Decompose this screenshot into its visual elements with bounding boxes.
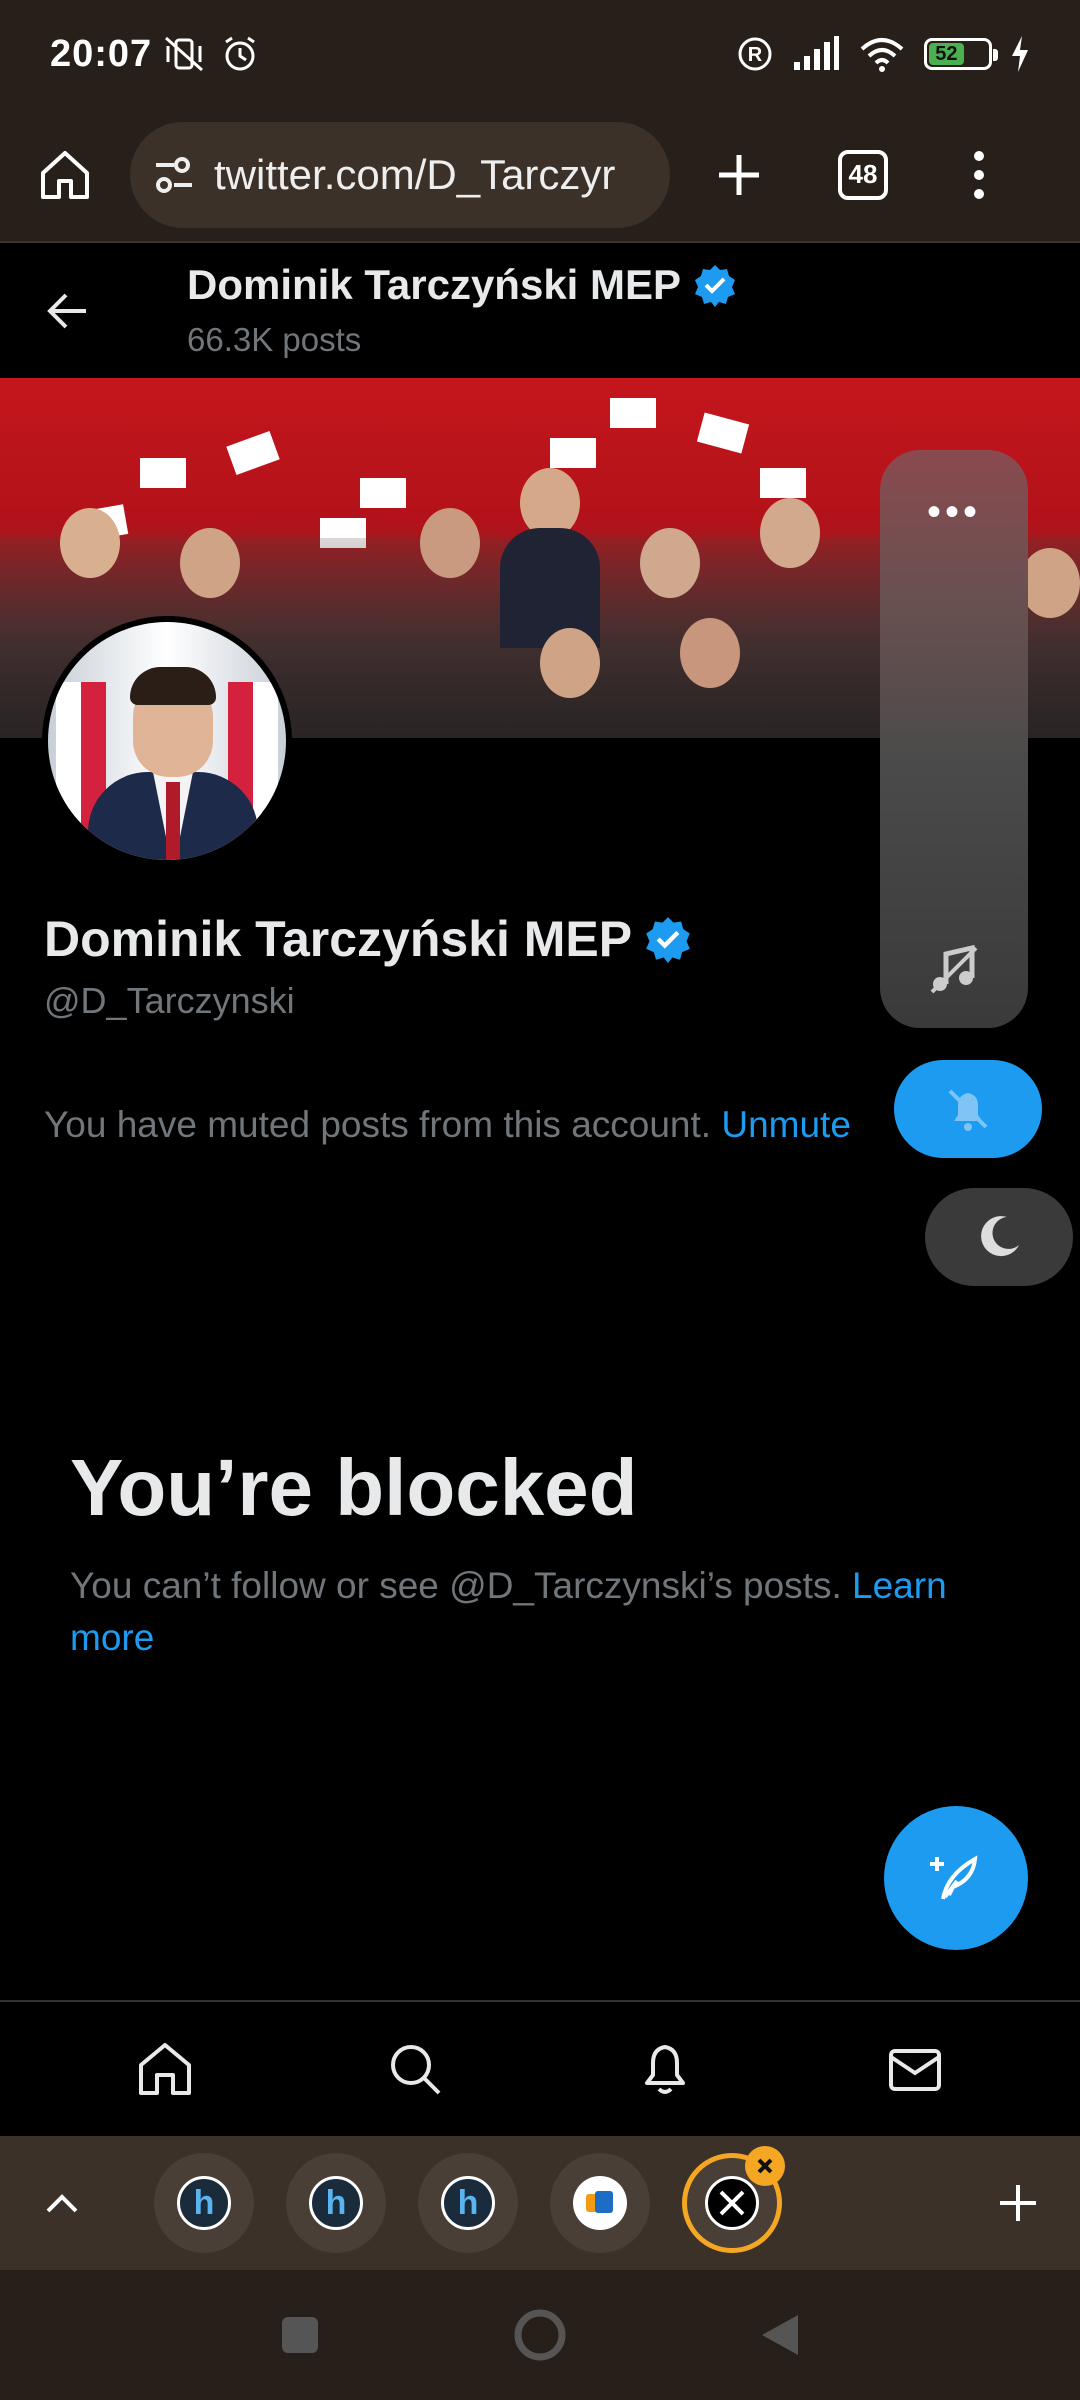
profile-name: Dominik Tarczyński MEP — [44, 910, 692, 968]
floating-side-panel[interactable]: ••• — [880, 450, 1028, 1028]
wifi-icon — [860, 38, 904, 72]
back-button[interactable] — [40, 283, 96, 344]
site-logo-icon — [573, 2176, 627, 2230]
chevron-up-icon[interactable] — [40, 2181, 84, 2225]
tab-item[interactable] — [550, 2153, 650, 2253]
browser-tab-strip: h h h — [0, 2136, 1080, 2270]
bell-off-icon — [948, 1089, 988, 1131]
status-bar: 20:07 R 52 — [0, 0, 1080, 108]
system-navigation-bar — [0, 2270, 1080, 2400]
address-bar[interactable]: twitter.com/D_Tarczyr — [130, 121, 670, 228]
plus-icon[interactable] — [996, 2181, 1040, 2225]
more-vertical-icon — [974, 150, 984, 199]
dark-mode-button[interactable] — [925, 1188, 1073, 1286]
url-text: twitter.com/D_Tarczyr — [214, 150, 616, 198]
muted-text: You have muted posts from this account. — [44, 1104, 722, 1145]
home-icon[interactable] — [133, 2037, 197, 2101]
browser-toolbar: twitter.com/D_Tarczyr 48 — [0, 108, 1080, 243]
site-settings-icon[interactable] — [152, 155, 196, 195]
tab-count: 48 — [838, 149, 888, 200]
profile-header: Dominik Tarczyński MEP 66.3K posts — [0, 243, 1080, 378]
home-button[interactable] — [30, 140, 100, 210]
blocked-text: You can’t follow or see @D_Tarczynski’s … — [70, 1565, 853, 1606]
tab-item[interactable]: h — [286, 2153, 386, 2253]
plus-icon — [719, 154, 759, 195]
mail-icon[interactable] — [883, 2037, 947, 2101]
tab-item-active[interactable] — [682, 2146, 785, 2253]
signal-icon — [794, 36, 839, 70]
arrow-left-icon — [47, 293, 86, 329]
bottom-navigation — [0, 2000, 1080, 2136]
compose-feather-icon — [930, 1855, 978, 1900]
new-tab-button[interactable] — [704, 140, 774, 210]
x-logo-icon — [705, 2176, 759, 2230]
svg-text:R: R — [748, 44, 763, 66]
verified-badge-icon — [695, 265, 736, 307]
alarm-icon — [225, 36, 256, 71]
tab-item[interactable]: h — [418, 2153, 518, 2253]
battery-icon: 52 — [924, 38, 998, 70]
tab-switcher-button[interactable]: 48 — [828, 140, 898, 210]
profile-name-text: Dominik Tarczyński MEP — [44, 911, 633, 967]
back-triangle-icon[interactable] — [758, 2311, 802, 2359]
recents-icon[interactable] — [278, 2313, 322, 2357]
tab-item[interactable]: h — [154, 2153, 254, 2253]
avatar[interactable] — [42, 616, 292, 866]
charging-icon — [1012, 36, 1028, 72]
browser-menu-button[interactable] — [944, 140, 1014, 210]
home-circle-icon[interactable] — [512, 2307, 568, 2363]
bell-icon[interactable] — [633, 2037, 697, 2101]
close-icon — [757, 2158, 773, 2174]
profile-handle: @D_Tarczynski — [44, 980, 295, 1021]
mute-notifications-button[interactable] — [894, 1060, 1042, 1158]
clock: 20:07 — [50, 32, 153, 75]
verified-badge-icon — [646, 917, 690, 963]
search-icon[interactable] — [383, 2037, 447, 2101]
muted-notice: You have muted posts from this account. … — [44, 1104, 851, 1146]
close-tab-button[interactable] — [745, 2146, 785, 2186]
blocked-message: You can’t follow or see @D_Tarczynski’s … — [70, 1560, 1010, 1664]
compose-post-button[interactable] — [884, 1806, 1028, 1950]
vibrate-off-icon — [165, 36, 204, 72]
music-off-button[interactable] — [880, 942, 1028, 998]
post-count: 66.3K posts — [187, 321, 362, 358]
registered-icon: R — [738, 37, 772, 71]
header-title: Dominik Tarczyński MEP — [187, 261, 737, 309]
blocked-title: You’re blocked — [70, 1443, 638, 1532]
music-off-icon — [930, 944, 978, 994]
unmute-link[interactable]: Unmute — [721, 1104, 851, 1145]
moon-icon — [981, 1216, 1019, 1257]
header-name: Dominik Tarczyński MEP — [187, 261, 682, 308]
home-icon — [41, 150, 89, 199]
panel-menu-icon[interactable]: ••• — [880, 490, 1028, 535]
